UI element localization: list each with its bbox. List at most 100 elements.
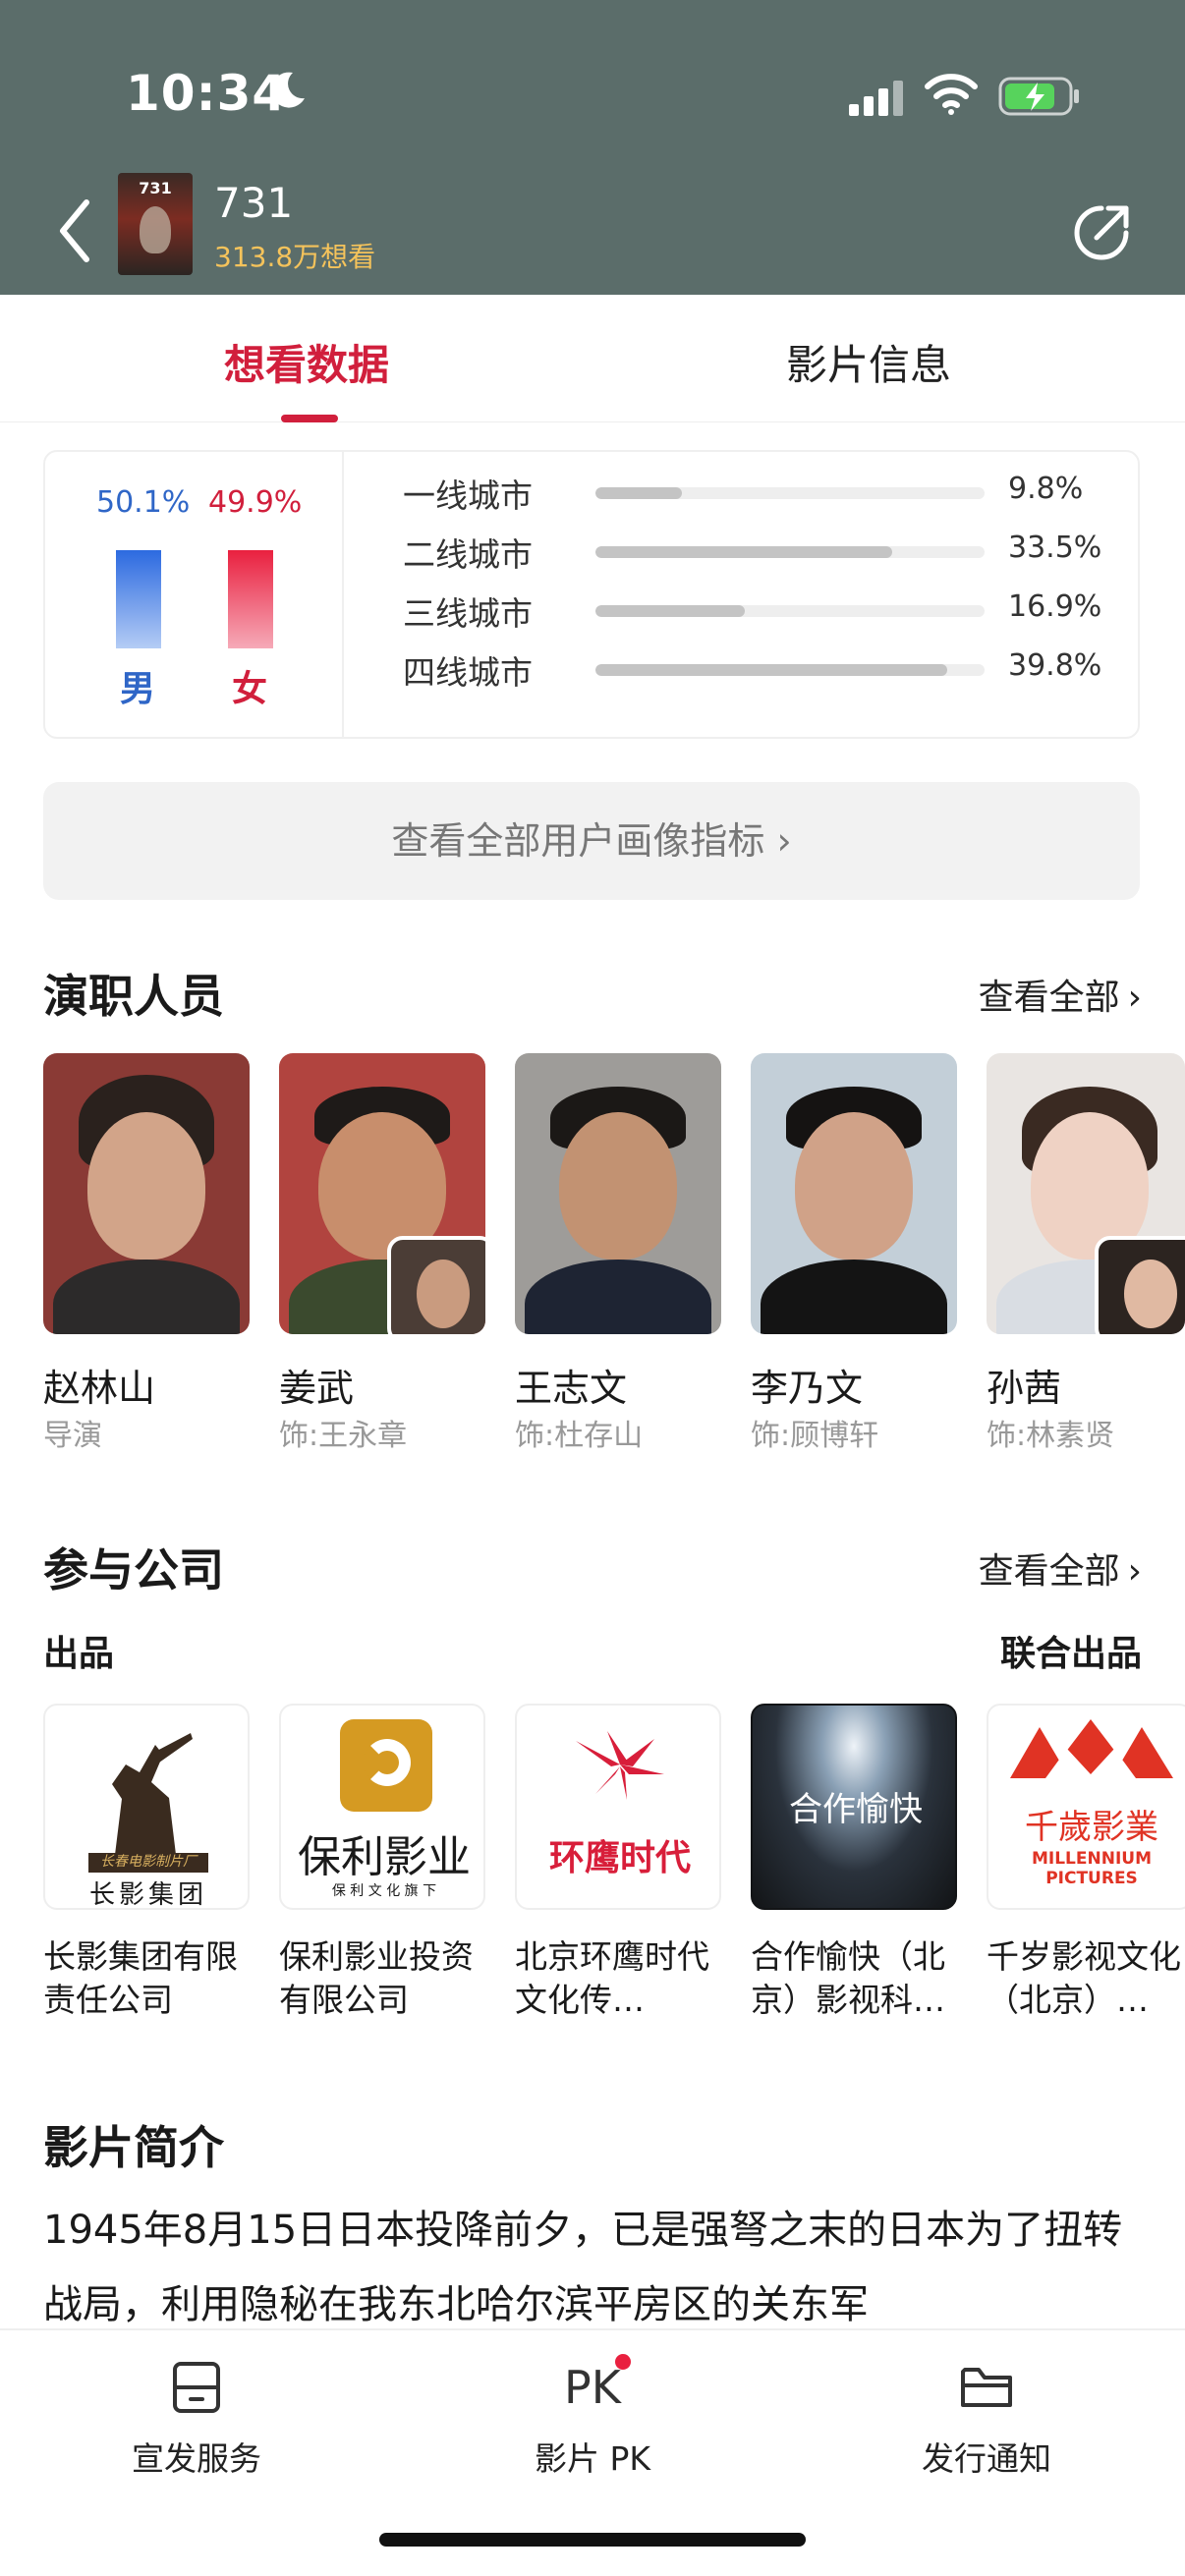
male-percent: 50.1%	[96, 485, 191, 520]
city-bar-track	[595, 664, 985, 676]
photo-body	[761, 1260, 947, 1334]
active-tab-indicator	[281, 415, 338, 422]
city-bar-fill	[595, 664, 947, 676]
drawer-icon	[173, 2362, 220, 2413]
chevron-right-icon: ›	[1127, 978, 1142, 1018]
thumbnail-face	[417, 1260, 470, 1328]
tab-want-data[interactable]: 想看数据	[224, 332, 389, 392]
view-all-user-portrait-button[interactable]: 查看全部用户画像指标 ›	[43, 782, 1140, 900]
city-percent: 39.8%	[1008, 648, 1102, 683]
pk-glyph: PK	[564, 2361, 621, 2414]
cast-role: 饰:顾博轩	[751, 1419, 879, 1453]
city-label: 一线城市	[403, 476, 533, 515]
company-logo: 环鹰时代	[515, 1704, 721, 1910]
company-logo-text: 合作愉快	[789, 1790, 923, 1829]
city-bar-fill	[595, 487, 682, 499]
company-logo-subtitle: MILLENNIUM PICTURES	[1031, 1849, 1153, 1888]
cast-section-title: 演职人员	[43, 970, 224, 1023]
city-bar-track	[595, 546, 985, 558]
city-label: 四线城市	[403, 653, 533, 692]
produced-label: 出品	[43, 1634, 115, 1674]
company-logo-text: 环鹰时代	[548, 1838, 691, 1878]
poster-title: 731	[139, 179, 172, 197]
cast-name: 李乃文	[751, 1367, 864, 1410]
back-chevron-icon[interactable]	[55, 196, 94, 265]
cast-photo	[751, 1053, 957, 1334]
see-all-label: 查看全部	[978, 1551, 1120, 1592]
movie-title: 731	[214, 179, 294, 227]
cast-photo	[43, 1053, 250, 1334]
photo-body	[525, 1260, 711, 1334]
female-percent: 49.9%	[208, 485, 303, 520]
company-logo-subtitle: 长春电影制片厂	[100, 1854, 197, 1870]
character-thumbnail	[1095, 1236, 1185, 1334]
male-bar	[116, 550, 161, 648]
character-thumbnail	[387, 1236, 485, 1334]
company-name: 长影集团有限责任公司	[43, 1937, 238, 2019]
company-logo-subtitle: 保 利 文 化 旗 下	[331, 1883, 437, 1899]
photo-body	[53, 1260, 240, 1334]
share-icon[interactable]	[1069, 200, 1134, 265]
company-logo-text: 千歲影業	[1025, 1808, 1158, 1847]
nav-label: 发行通知	[922, 2439, 1051, 2478]
company-logo: 保利影业 保 利 文 化 旗 下	[279, 1704, 485, 1910]
app-header: 10:34 731 731 313.8万想看	[0, 0, 1185, 295]
companies-see-all-link[interactable]: 查看全部 ›	[979, 1542, 1142, 1594]
city-label: 三线城市	[403, 594, 533, 633]
city-row: 三线城市 16.9%	[403, 588, 1130, 637]
cast-name: 姜武	[279, 1367, 355, 1410]
city-bar-fill	[595, 546, 892, 558]
see-all-label: 查看全部	[978, 978, 1120, 1018]
city-bar-track	[595, 605, 985, 617]
cast-role: 饰:杜存山	[515, 1419, 644, 1453]
companies-section-title: 参与公司	[43, 1543, 224, 1596]
city-label: 二线城市	[403, 535, 533, 574]
cast-photo	[987, 1053, 1185, 1334]
female-bar	[228, 550, 273, 648]
photo-face	[559, 1112, 677, 1260]
millennium-logo-icon	[1010, 1719, 1173, 1778]
thumbnail-face	[1124, 1260, 1177, 1328]
cast-see-all-link[interactable]: 查看全部 ›	[979, 969, 1142, 1020]
status-time: 10:34	[126, 65, 288, 122]
wifi-icon	[925, 74, 978, 115]
poly-logo-icon-inner	[364, 1739, 411, 1786]
cast-photo	[279, 1053, 485, 1334]
female-label: 女	[232, 669, 268, 709]
city-percent: 16.9%	[1008, 589, 1102, 624]
nav-label: 影片 PK	[534, 2439, 651, 2478]
battery-icon	[998, 77, 1079, 116]
company-logo: 千歲影業 MILLENNIUM PICTURES	[987, 1704, 1185, 1910]
nav-movie-pk[interactable]: PK 影片 PK	[475, 2354, 710, 2480]
eagle-logo-icon	[576, 1731, 664, 1800]
company-name: 千岁影视文化（北京）…	[987, 1937, 1181, 2019]
movie-poster[interactable]: 731	[118, 173, 193, 275]
want-count: 313.8万想看	[214, 241, 376, 273]
city-row: 四线城市 39.8%	[403, 646, 1130, 696]
cast-name: 赵林山	[43, 1367, 156, 1410]
nav-promotion-service[interactable]: 宣发服务	[79, 2360, 314, 2480]
poster-figure	[140, 206, 171, 253]
tab-bar: 想看数据 影片信息	[0, 295, 1185, 422]
pk-icon: PK	[558, 2354, 631, 2415]
cast-name: 孙茜	[987, 1367, 1062, 1410]
nav-release-notice[interactable]: 发行通知	[869, 2360, 1104, 2480]
city-row: 二线城市 33.5%	[403, 529, 1130, 578]
company-name: 北京环鹰时代文化传…	[515, 1937, 709, 2019]
company-logo-text: 长影集团	[88, 1880, 207, 1910]
moon-icon	[271, 72, 305, 108]
home-indicator[interactable]	[379, 2533, 806, 2547]
photo-face	[87, 1112, 205, 1260]
coproduced-label: 联合出品	[999, 1634, 1142, 1674]
cast-role: 饰:王永章	[279, 1419, 408, 1453]
company-logo: 合作愉快	[751, 1704, 957, 1910]
company-name: 合作愉快（北京）影视科…	[751, 1937, 945, 2019]
synopsis-text[interactable]: 1945年8月15日日本投降前夕，已是强弩之末的日本为了扭转战局，利用隐秘在我东…	[43, 2193, 1144, 2334]
folder-icon	[961, 2368, 1012, 2407]
cast-photo	[515, 1053, 721, 1334]
city-bar-fill	[595, 605, 745, 617]
cast-role: 导演	[43, 1419, 102, 1453]
notification-dot	[615, 2354, 631, 2370]
divider	[342, 452, 344, 737]
tab-movie-info[interactable]: 影片信息	[786, 332, 951, 392]
